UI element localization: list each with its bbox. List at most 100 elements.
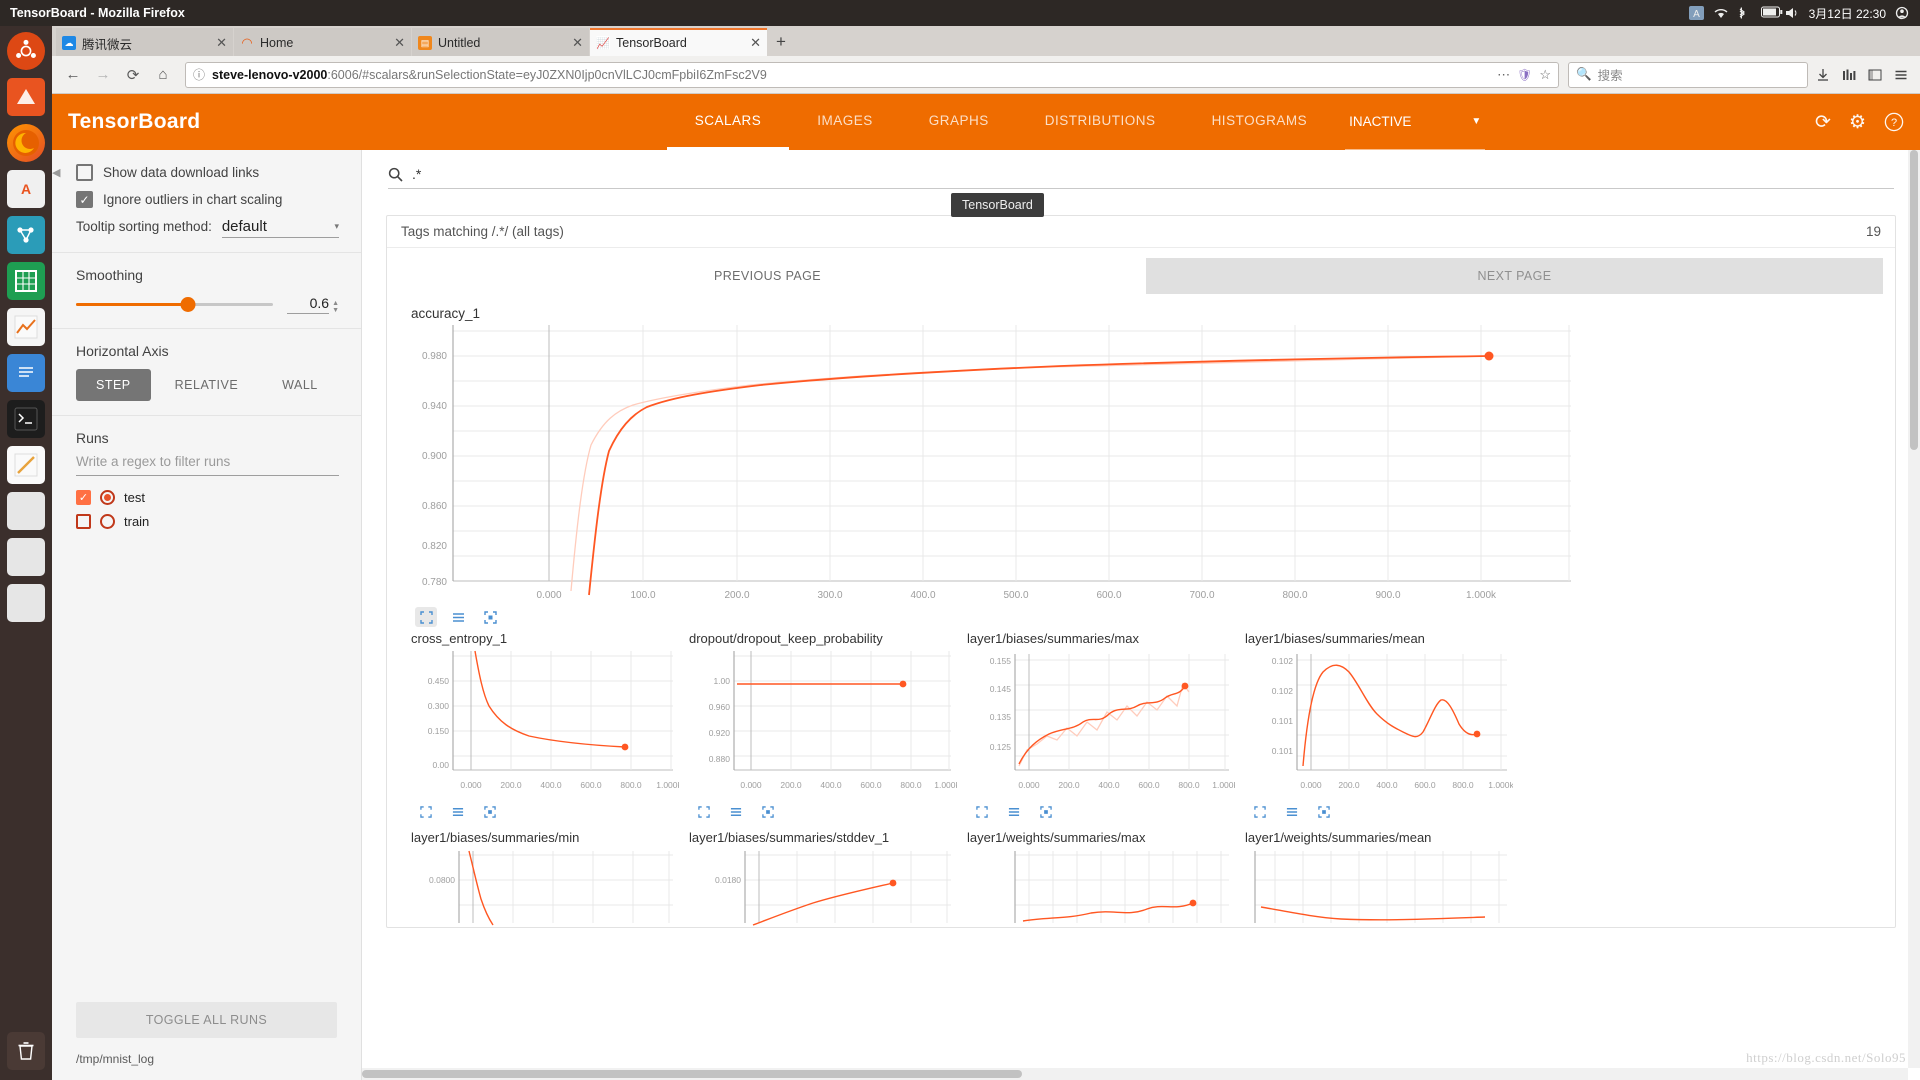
expand-icon[interactable] xyxy=(1249,802,1271,822)
launcher-blank-1-icon[interactable] xyxy=(7,492,45,530)
home-button[interactable]: ⌂ xyxy=(150,62,176,88)
tab-distributions[interactable]: DISTRIBUTIONS xyxy=(1017,94,1184,150)
data-table-icon[interactable] xyxy=(1003,802,1025,822)
fullscreen-icon[interactable] xyxy=(1313,802,1335,822)
help-icon[interactable]: ? xyxy=(1884,112,1904,132)
download-icon[interactable] xyxy=(1812,64,1834,86)
next-page-button[interactable]: NEXT PAGE xyxy=(1146,258,1883,294)
previous-page-button[interactable]: PREVIOUS PAGE xyxy=(399,258,1136,294)
chart-weights-mean-plot[interactable] xyxy=(1245,847,1513,927)
chart-weights-max-plot[interactable] xyxy=(967,847,1235,927)
close-icon[interactable]: ✕ xyxy=(216,35,227,51)
bookmark-star-icon[interactable]: ☆ xyxy=(1539,67,1551,83)
inactive-dropdown[interactable]: INACTIVE ▼ xyxy=(1345,94,1486,150)
page-actions-icon[interactable]: ⋯ xyxy=(1497,67,1510,83)
browser-tab-2[interactable]: ▤ Untitled ✕ xyxy=(412,28,589,56)
data-table-icon[interactable] xyxy=(447,607,469,627)
refresh-icon[interactable]: ⟳ xyxy=(1815,111,1831,134)
ignore-outliers-row[interactable]: ✓ Ignore outliers in chart scaling xyxy=(76,191,339,208)
expand-icon[interactable] xyxy=(415,802,437,822)
close-icon[interactable]: ✕ xyxy=(394,35,405,51)
forward-button[interactable]: → xyxy=(90,62,116,88)
checkbox-show-download-links[interactable] xyxy=(76,164,93,181)
launcher-terminal-icon[interactable] xyxy=(7,400,45,438)
axis-option-relative[interactable]: RELATIVE xyxy=(155,369,259,401)
run-item-test[interactable]: ✓ test xyxy=(76,490,339,505)
sidebar-icon[interactable] xyxy=(1864,64,1886,86)
horizontal-scrollbar[interactable] xyxy=(362,1068,1908,1080)
chart-biases-stddev-plot[interactable]: 0.0180 xyxy=(689,847,957,927)
stepper-arrows-icon[interactable]: ▲ ▼ xyxy=(332,300,339,314)
expand-icon[interactable] xyxy=(693,802,715,822)
launcher-editor-icon[interactable] xyxy=(7,446,45,484)
chart-biases-mean-plot[interactable]: 0.102 0.102 0.101 0.101 0.000 200.0 400.… xyxy=(1245,648,1513,798)
close-icon[interactable]: ✕ xyxy=(572,35,583,51)
shield-icon[interactable]: 🛡 xyxy=(1517,68,1532,82)
browser-tab-1[interactable]: ◠ Home ✕ xyxy=(234,28,411,56)
menu-icon[interactable] xyxy=(1890,64,1912,86)
launcher-blank-3-icon[interactable] xyxy=(7,584,45,622)
axis-option-wall[interactable]: WALL xyxy=(262,369,338,401)
run-radio-train[interactable] xyxy=(100,514,115,529)
runs-filter-input[interactable]: Write a regex to filter runs xyxy=(76,454,339,476)
checkbox-ignore-outliers[interactable]: ✓ xyxy=(76,191,93,208)
new-tab-button[interactable]: + xyxy=(768,28,794,56)
smoothing-slider-knob[interactable] xyxy=(180,297,196,312)
fullscreen-icon[interactable] xyxy=(1035,802,1057,822)
data-table-icon[interactable] xyxy=(1281,802,1303,822)
url-bar[interactable]: ⓘ steve-lenovo-v2000:6006/#scalars&runSe… xyxy=(185,61,1559,88)
launcher-ubuntu-dash[interactable] xyxy=(7,32,45,70)
launcher-spreadsheet-icon[interactable] xyxy=(7,262,45,300)
smoothing-stepper[interactable]: 0.6 ▲ ▼ xyxy=(287,295,339,314)
vertical-scrollbar-thumb[interactable] xyxy=(1910,150,1918,450)
gear-icon[interactable]: ⚙ xyxy=(1849,111,1866,134)
battery-icon[interactable] xyxy=(1760,6,1782,20)
launcher-files-icon[interactable] xyxy=(7,78,45,116)
data-table-icon[interactable] xyxy=(725,802,747,822)
run-checkbox-train[interactable] xyxy=(76,514,91,529)
session-menu-icon[interactable] xyxy=(1895,6,1910,20)
smoothing-slider[interactable] xyxy=(76,297,273,312)
launcher-trash-icon[interactable] xyxy=(7,1032,45,1070)
tab-images[interactable]: IMAGES xyxy=(789,94,901,150)
vertical-scrollbar[interactable] xyxy=(1908,150,1920,1068)
fullscreen-icon[interactable] xyxy=(479,802,501,822)
bluetooth-icon[interactable] xyxy=(1737,6,1752,20)
sidebar-collapse-handle[interactable]: ◀ xyxy=(52,166,60,180)
launcher-amazon-icon[interactable]: A xyxy=(7,170,45,208)
chart-cross-entropy-1-plot[interactable]: 0.450 0.300 0.150 0.00 0.000 200.0 400.0… xyxy=(411,648,679,798)
expand-icon[interactable] xyxy=(971,802,993,822)
close-icon[interactable]: ✕ xyxy=(750,35,761,51)
fullscreen-icon[interactable] xyxy=(757,802,779,822)
tab-histograms[interactable]: HISTOGRAMS xyxy=(1184,94,1336,150)
library-icon[interactable] xyxy=(1838,64,1860,86)
toggle-all-runs-button[interactable]: TOGGLE ALL RUNS xyxy=(76,1002,337,1038)
launcher-software-icon[interactable] xyxy=(7,216,45,254)
fullscreen-icon[interactable] xyxy=(479,607,501,627)
tooltip-sort-select[interactable]: default ▾ xyxy=(221,218,339,238)
run-item-train[interactable]: train xyxy=(76,514,339,529)
show-download-links-row[interactable]: Show data download links xyxy=(76,164,339,181)
launcher-chart-icon[interactable] xyxy=(7,308,45,346)
horizontal-scrollbar-thumb[interactable] xyxy=(362,1070,1022,1078)
back-button[interactable]: ← xyxy=(60,62,86,88)
data-table-icon[interactable] xyxy=(447,802,469,822)
chart-biases-max-plot[interactable]: 0.155 0.145 0.135 0.125 0.000 200.0 400.… xyxy=(967,648,1235,798)
chart-accuracy-1-plot[interactable]: 0.980 0.940 0.900 0.860 0.820 0.780 0.00… xyxy=(411,323,1576,603)
tab-scalars[interactable]: SCALARS xyxy=(666,94,790,150)
tensorboard-logo[interactable]: TensorBoard xyxy=(68,110,368,134)
smoothing-value[interactable]: 0.6 xyxy=(287,295,330,314)
reload-button[interactable]: ⟳ xyxy=(120,62,146,88)
system-clock[interactable]: 3月12日 22:30 xyxy=(1809,5,1886,22)
info-icon[interactable]: ⓘ xyxy=(193,66,205,83)
axis-option-step[interactable]: STEP xyxy=(76,369,151,401)
search-bar[interactable]: 🔍 搜索 xyxy=(1568,61,1808,88)
launcher-blank-2-icon[interactable] xyxy=(7,538,45,576)
run-radio-test[interactable] xyxy=(100,490,115,505)
browser-tab-0[interactable]: ☁ 腾讯微云 ✕ xyxy=(56,28,233,56)
tab-graphs[interactable]: GRAPHS xyxy=(901,94,1017,150)
launcher-document-icon[interactable] xyxy=(7,354,45,392)
volume-icon[interactable] xyxy=(1785,6,1800,20)
tag-search-input[interactable]: .* xyxy=(388,166,1894,189)
chart-dropout-plot[interactable]: 1.00 0.960 0.920 0.880 0.000 200.0 400.0… xyxy=(689,648,957,798)
